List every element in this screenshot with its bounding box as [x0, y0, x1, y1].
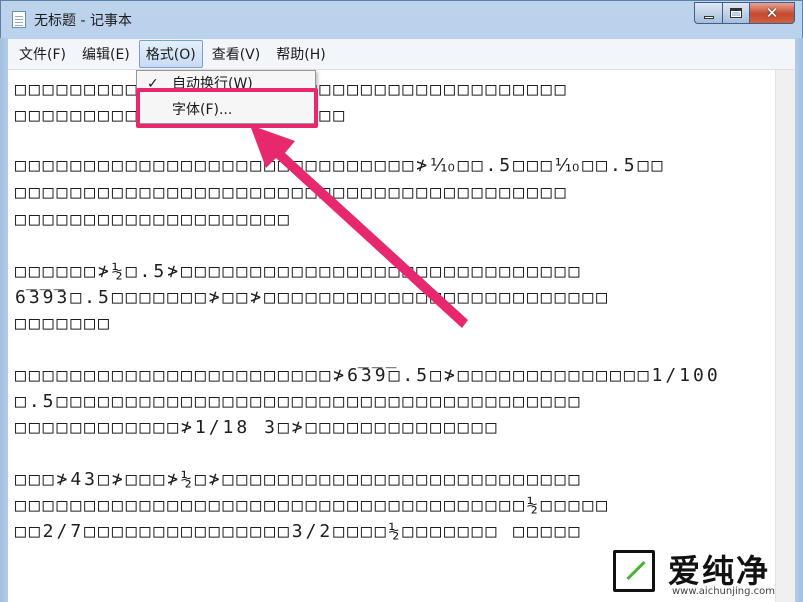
text-line: □□□□□□□□□□□□□□□□□□□□□□□□□□□□□≯⅒□□.5□□□⅒□…: [15, 155, 666, 176]
text-line: □□□□□□□: [15, 313, 112, 334]
window-title: 无标题 - 记事本: [34, 13, 132, 29]
menu-edit[interactable]: 编辑(E): [75, 40, 137, 68]
notepad-icon: [12, 11, 26, 28]
text-line: □□□□□□□□□□□□□□□□□□□□□□□□□□□□□□□□□□□□□□□□: [15, 182, 569, 203]
menu-bar: 文件(F) 编辑(E) 格式(O) 查看(V) 帮助(H): [8, 39, 795, 70]
menu-view[interactable]: 查看(V): [205, 40, 268, 68]
text-line: □□□□□□□□□□□□□□□□□□□□: [15, 209, 292, 230]
caption-buttons: ✕: [694, 2, 795, 24]
text-line: □.5□□□□□□□□□□□□□□□□□□□□□□□□□□□□□□□□□□□□□…: [15, 391, 583, 412]
close-button[interactable]: ✕: [749, 2, 795, 24]
minimize-icon: [703, 15, 714, 19]
watermark-logo-icon: [613, 550, 655, 592]
maximize-icon: [730, 8, 742, 18]
text-line: 6̅3̅9̅3□.5□□□□□□□≯□□≯□□□□□□□□□□□□□□□□□□□…: [15, 287, 610, 308]
watermark: 爱纯净 www.aichunjing.com: [600, 538, 803, 602]
annotation-highlight-box: [136, 88, 318, 128]
title-bar[interactable]: 无标题 - 记事本 ✕: [1, 1, 802, 39]
text-line: □□□≯43□≯□□□≯½□≯□□□□□□□□□□□□□□□□□□□□□□□□□…: [15, 469, 583, 490]
window-left-border: [0, 38, 8, 602]
menu-file[interactable]: 文件(F): [12, 40, 73, 68]
text-editor-area[interactable]: □□□□□□□□□□□□□□□□□□□□□□□□□□□□□□□□□□□□□□□□…: [8, 70, 775, 602]
menu-format[interactable]: 格式(O): [138, 40, 203, 68]
watermark-url: www.aichunjing.com: [672, 586, 775, 597]
text-line: □□□□□□□□□□□□□□□□□□□□□□□≯6̅3̅9̅□.5□≯□□□□□…: [15, 365, 721, 386]
text-line: □□2/7□□□□□□□□□□□□□□□3/2□□□□½□□□□□□□ □□□□…: [15, 521, 583, 542]
text-line: □□□□□□□□□□□□□□□□□□□□□□□□□□□□□□□□□□□□□½□□…: [15, 495, 610, 516]
vertical-scrollbar[interactable]: [775, 70, 795, 602]
maximize-button[interactable]: [722, 2, 749, 24]
minimize-button[interactable]: [694, 2, 722, 24]
text-line: □□□□□□≯½□.5≯□□□□□□□□□□□□□□□□□□□□□□□□□□□□…: [15, 261, 583, 282]
window-right-border: [795, 38, 803, 602]
text-line: □□□□□□□□□□□□≯1/18 3□≯□□□□□□□□□□□□□□: [15, 417, 500, 438]
close-icon: ✕: [765, 4, 779, 22]
menu-help[interactable]: 帮助(H): [269, 40, 332, 68]
